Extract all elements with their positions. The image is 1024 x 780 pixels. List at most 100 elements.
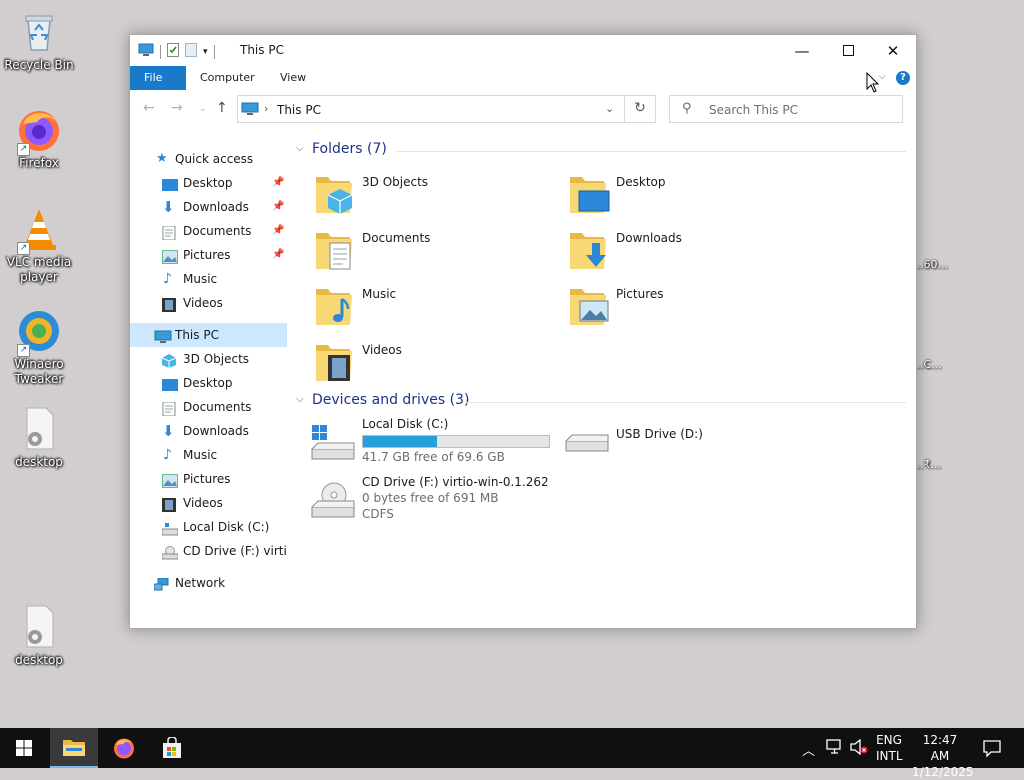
pin-icon[interactable]: 📌: [272, 171, 284, 195]
folder-pictures[interactable]: Pictures: [568, 283, 808, 333]
download-arrow-icon: ⬇: [162, 198, 175, 216]
input-language-indicator[interactable]: ENG INTL: [876, 732, 903, 764]
network-status-icon[interactable]: [826, 739, 844, 779]
refresh-button[interactable]: ↻: [624, 95, 655, 123]
tab-computer[interactable]: Computer: [186, 66, 269, 90]
desktop-icon-vlc[interactable]: ↗ VLC media player: [1, 205, 77, 285]
recent-locations-chevron-icon[interactable]: ⌄: [199, 104, 207, 114]
folder-label: Downloads: [616, 231, 682, 245]
pin-icon[interactable]: 📌: [272, 243, 284, 267]
maximize-button[interactable]: [825, 35, 871, 66]
drive-cd-f[interactable]: CD Drive (F:) virtio-win-0.1.262 0 bytes…: [310, 475, 560, 535]
nav-quick-access[interactable]: ★ Quick access: [130, 147, 287, 171]
taskbar-firefox[interactable]: [100, 728, 148, 768]
nav-quick-documents[interactable]: Documents 📌: [130, 219, 287, 243]
close-button[interactable]: ✕: [870, 35, 916, 66]
desktop-icon-firefox[interactable]: ↗ Firefox: [1, 106, 77, 171]
nav-pc-music[interactable]: ♪ Music: [130, 443, 287, 467]
new-folder-icon[interactable]: [185, 43, 197, 60]
nav-pc-documents[interactable]: Documents: [130, 395, 287, 419]
help-icon[interactable]: ?: [896, 71, 910, 85]
forward-arrow-icon[interactable]: →: [171, 100, 183, 116]
taskbar-file-explorer[interactable]: [50, 728, 98, 768]
desktop-icon-winaero[interactable]: ↗ Winaero Tweaker: [1, 307, 77, 387]
ribbon-tabs: File Computer View ⌵ ?: [130, 66, 916, 90]
properties-icon[interactable]: [167, 43, 179, 60]
store-bag-icon: [163, 737, 181, 758]
up-arrow-icon[interactable]: ↑: [216, 100, 228, 116]
computer-icon: [154, 328, 172, 343]
desktop-icon-label-partial[interactable]: ...₹...: [913, 458, 941, 471]
collapse-chevron-icon[interactable]: ⌵: [296, 143, 304, 154]
address-text[interactable]: This PC: [277, 103, 321, 117]
notifications-icon[interactable]: [982, 738, 1002, 778]
nav-quick-music[interactable]: ♪ Music: [130, 267, 287, 291]
volume-muted-icon[interactable]: [850, 738, 868, 779]
minimize-button[interactable]: —: [779, 35, 825, 66]
back-arrow-icon[interactable]: ←: [143, 100, 155, 116]
customize-toolbar-chevron-icon[interactable]: ▾: [203, 47, 208, 57]
breadcrumb-separator-icon[interactable]: ›: [264, 102, 268, 115]
desktop-icon-label: desktop: [15, 653, 63, 667]
nav-pc-local-disk[interactable]: Local Disk (C:): [130, 515, 287, 539]
desktop-icon-label-partial[interactable]: ...60...: [913, 258, 948, 271]
clock[interactable]: 12:47 AM 1/12/2025: [912, 732, 974, 780]
search-icon: ⚲: [682, 101, 692, 116]
folder-label: Videos: [362, 343, 402, 357]
computer-icon: [241, 102, 259, 119]
desktop-icon-recycle-bin[interactable]: Recycle Bin: [1, 8, 77, 73]
documents-icon: [162, 224, 178, 241]
desktop-folder-icon: [162, 376, 178, 391]
navigation-pane: ★ Quick access Desktop 📌 ⬇ Downloads 📌 D…: [130, 143, 287, 627]
start-button[interactable]: [0, 728, 48, 768]
nav-pc-3d-objects[interactable]: 3D Objects: [130, 347, 287, 371]
folder-downloads[interactable]: Downloads: [568, 227, 808, 277]
nav-pc-videos[interactable]: Videos: [130, 491, 287, 515]
search-box[interactable]: ⚲ Search This PC: [669, 95, 903, 123]
nav-pc-cd-drive[interactable]: CD Drive (F:) virtio-win-0.1.262: [130, 539, 287, 563]
pictures-icon: [162, 472, 178, 488]
network-icon: [153, 576, 170, 591]
windows-drive-icon: [310, 423, 356, 461]
desktop-icon-label-partial[interactable]: ...C...: [913, 358, 942, 371]
nav-pc-desktop[interactable]: Desktop: [130, 371, 287, 395]
title-bar[interactable]: ▾ This PC — ✕: [130, 35, 916, 66]
collapse-chevron-icon[interactable]: ⌵: [296, 394, 304, 405]
folders-group-header[interactable]: ⌵ Folders (7): [296, 141, 906, 161]
folder-music[interactable]: Music: [314, 283, 554, 333]
nav-this-pc[interactable]: This PC: [130, 323, 287, 347]
show-hidden-icons-chevron-icon[interactable]: ︿: [802, 740, 815, 780]
folder-3d-objects[interactable]: 3D Objects: [314, 171, 554, 221]
drive-local-disk-c[interactable]: Local Disk (C:) 41.7 GB free of 69.6 GB: [310, 417, 560, 477]
pin-icon[interactable]: 📌: [272, 195, 284, 219]
winaero-icon: ↗: [15, 307, 63, 357]
file-explorer-window: ▾ This PC — ✕ File Computer View ⌵ ? ← →…: [129, 34, 917, 629]
pin-icon[interactable]: 📌: [272, 219, 284, 243]
folder-documents[interactable]: Documents: [314, 227, 554, 277]
nav-pc-downloads[interactable]: ⬇ Downloads: [130, 419, 287, 443]
desktop-icon-desktop-ini-1[interactable]: desktop: [1, 405, 77, 470]
nav-quick-pictures[interactable]: Pictures 📌: [130, 243, 287, 267]
devices-group-header[interactable]: ⌵ Devices and drives (3): [296, 392, 906, 412]
tab-file[interactable]: File: [130, 66, 186, 90]
cd-drive-icon: [161, 544, 179, 560]
desktop-icon-desktop-ini-2[interactable]: desktop: [1, 603, 77, 668]
clock-time: 12:47 AM: [922, 733, 958, 763]
nav-quick-desktop[interactable]: Desktop 📌: [130, 171, 287, 195]
folder-documents-icon: [314, 227, 356, 273]
taskbar-store[interactable]: [148, 728, 196, 768]
tab-view[interactable]: View: [266, 66, 320, 90]
folder-desktop[interactable]: Desktop: [568, 171, 808, 221]
drive-usb-d[interactable]: USB Drive (D:): [564, 417, 814, 477]
folder-3d-objects-icon: [314, 171, 356, 217]
nav-quick-downloads[interactable]: ⬇ Downloads 📌: [130, 195, 287, 219]
recycle-bin-icon: [15, 8, 63, 56]
nav-quick-videos[interactable]: Videos: [130, 291, 287, 315]
folder-videos[interactable]: Videos: [314, 339, 554, 389]
nav-pc-pictures[interactable]: Pictures: [130, 467, 287, 491]
folder-label: Documents: [362, 231, 431, 245]
nav-network[interactable]: Network: [130, 571, 287, 595]
address-history-chevron-icon[interactable]: ⌄: [605, 102, 614, 115]
address-bar[interactable]: › This PC ⌄: [237, 95, 656, 123]
folder-music-icon: [314, 283, 356, 329]
